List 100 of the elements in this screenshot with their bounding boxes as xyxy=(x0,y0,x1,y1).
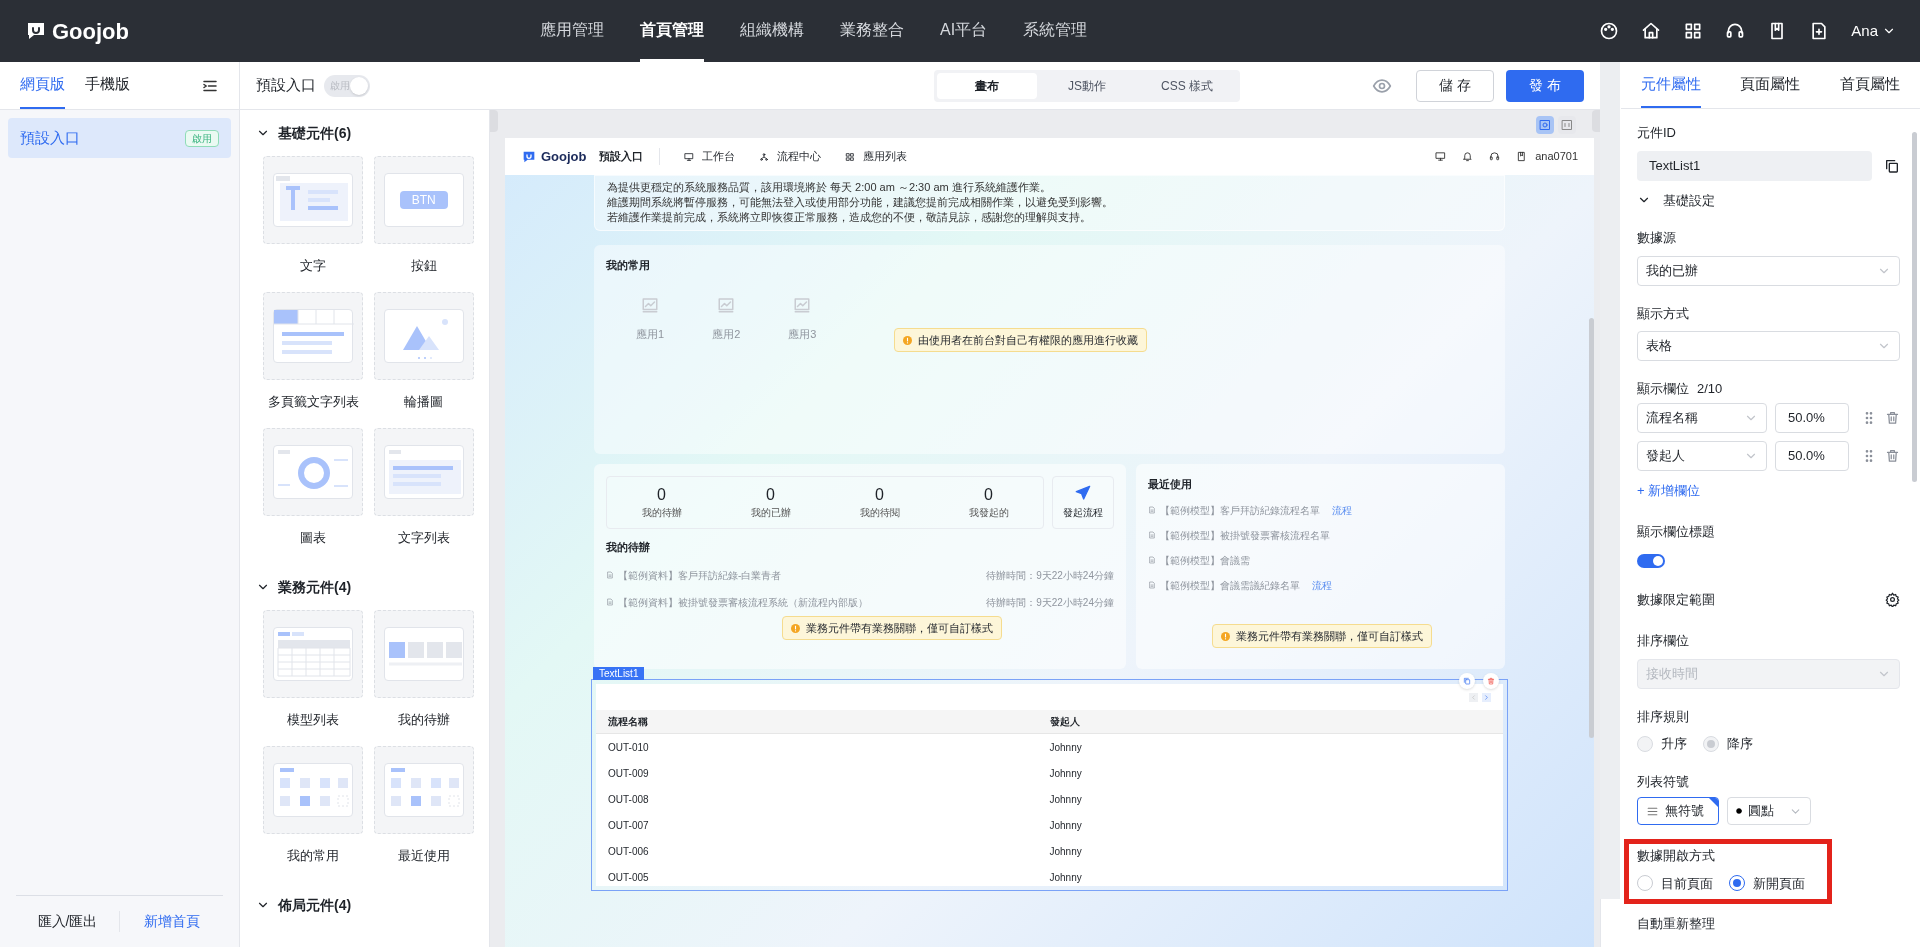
nav-tab[interactable]: 業務整合 xyxy=(840,0,904,62)
list-marker-option[interactable]: 無符號 xyxy=(1637,797,1719,825)
radio-option[interactable]: 新開頁面 xyxy=(1729,873,1805,893)
component-label: 我的常用 xyxy=(287,847,340,865)
mode-tab[interactable]: 畫布 xyxy=(937,73,1037,99)
save-button[interactable]: 儲 存 xyxy=(1416,69,1494,102)
page-title: 預設入口 xyxy=(256,75,316,96)
logo-text: Goojob xyxy=(541,147,587,166)
app-label: 應用2 xyxy=(712,326,741,342)
hint-banner: 業務元件帶有業務關聯，僅可自訂樣式 xyxy=(782,616,1002,640)
copy-button[interactable] xyxy=(1459,673,1475,689)
logo[interactable]: Goojob xyxy=(24,14,129,48)
bell-icon xyxy=(1462,151,1474,162)
field-label: 數據開啟方式 xyxy=(1637,847,1716,865)
page-list-item[interactable]: 預設入口 啟用 xyxy=(8,118,231,158)
property-tab[interactable]: 元件屬性 xyxy=(1640,62,1701,108)
list-marker-option[interactable]: 圓點 xyxy=(1727,797,1811,825)
field-label: 數據限定範圍 xyxy=(1637,590,1715,609)
user-menu[interactable]: Ana xyxy=(1851,19,1896,43)
add-field-link[interactable]: + 新增欄位 xyxy=(1637,480,1701,500)
paper-plane-icon xyxy=(1075,485,1091,501)
table-cell-text: OUT-005 xyxy=(608,870,650,885)
radio-option[interactable]: 升序 xyxy=(1637,734,1687,754)
mode-tab[interactable]: CSS 樣式 xyxy=(1137,73,1237,99)
field-label: 顯示方式 xyxy=(1637,304,1690,323)
trash-icon[interactable] xyxy=(1885,448,1900,463)
home-icon[interactable] xyxy=(1641,21,1662,41)
column-header: 發起人 xyxy=(1049,715,1081,729)
stat-label: 我的待閱 xyxy=(859,506,900,520)
collapse-handle[interactable] xyxy=(490,110,498,132)
column-header: 流程名稱 xyxy=(608,715,649,729)
data-source-select[interactable]: 我的已辦 xyxy=(1637,255,1900,286)
next-page-button[interactable] xyxy=(1482,692,1491,702)
nav-tab[interactable]: AI平台 xyxy=(940,0,988,62)
preview-nav-item[interactable]: 應用列表 xyxy=(844,148,907,165)
add-home-link[interactable]: 新增首頁 xyxy=(119,911,223,932)
table-cell-text: Johnny xyxy=(1049,870,1083,885)
field-select[interactable]: 發起人 xyxy=(1637,440,1767,471)
chevron-left-icon xyxy=(1470,693,1477,701)
display-mode-select[interactable]: 表格 xyxy=(1637,331,1900,361)
nav-tab[interactable]: 系統管理 xyxy=(1023,0,1088,62)
import-export-link[interactable]: 匯入/匯出 xyxy=(16,911,119,932)
trash-icon xyxy=(1487,677,1495,685)
app-label: 應用3 xyxy=(788,326,817,342)
grid-icon[interactable] xyxy=(1683,21,1704,41)
nav-tab[interactable]: 應用管理 xyxy=(540,0,604,62)
page-mode-tab[interactable]: 手機版 xyxy=(85,62,130,109)
toggle-switch[interactable] xyxy=(1637,553,1665,568)
notice-text: 若維護作業提前完成，系統將立即恢復正常服務，造成您的不便，敬請見諒，感謝您的理解與支持。 xyxy=(607,210,1091,225)
logo[interactable]: Goojob xyxy=(521,146,587,167)
radio-option[interactable]: 目前頁面 xyxy=(1637,873,1713,893)
scrollbar[interactable] xyxy=(1912,132,1917,482)
publish-button[interactable]: 發 布 xyxy=(1506,69,1584,102)
document-icon xyxy=(1148,531,1156,539)
card-title: 我的常用 xyxy=(606,258,650,273)
warning-icon xyxy=(903,335,912,345)
property-tab[interactable]: 頁面屬性 xyxy=(1740,62,1801,108)
headset-icon[interactable] xyxy=(1725,21,1746,41)
view-mode-button[interactable] xyxy=(1536,116,1554,134)
view-mode-button[interactable] xyxy=(1558,116,1576,134)
app-label: 應用1 xyxy=(636,326,665,342)
page-mode-tab[interactable]: 網頁版 xyxy=(20,62,65,109)
component-id-field[interactable]: TextList1 xyxy=(1637,150,1872,181)
hint-banner: 由使用者在前台對自己有權限的應用進行收藏 xyxy=(894,328,1147,352)
document-icon xyxy=(606,598,614,606)
section-header[interactable]: 基礎設定 xyxy=(1637,190,1900,210)
card-title: 我的待辦 xyxy=(606,540,650,555)
component-label: 文字 xyxy=(300,257,327,275)
card-title: 最近使用 xyxy=(1148,477,1192,492)
preview-nav-item[interactable]: 工作台 xyxy=(683,148,735,165)
frame-icon xyxy=(1561,119,1573,131)
component-label: 文字列表 xyxy=(397,529,450,547)
settings-icon[interactable] xyxy=(1885,591,1900,607)
table-cell-text: Johnny xyxy=(1049,818,1083,833)
field-label: 排序欄位 xyxy=(1637,632,1690,650)
table-cell-text: Johnny xyxy=(1049,792,1083,807)
trash-icon[interactable] xyxy=(1885,410,1900,425)
delete-button[interactable] xyxy=(1483,673,1499,689)
chevron-right-icon xyxy=(1483,693,1490,701)
table-cell-text: OUT-009 xyxy=(608,766,650,781)
chart-icon xyxy=(717,295,736,314)
scrollbar[interactable] xyxy=(1589,318,1594,738)
field-label: 數據源 xyxy=(1637,229,1677,247)
headset-icon xyxy=(1489,151,1501,162)
palette-icon[interactable] xyxy=(1599,21,1620,41)
preview-nav-item[interactable]: 流程中心 xyxy=(758,148,821,165)
width-input[interactable]: 50.0% xyxy=(1775,440,1849,471)
launch-process-button[interactable]: 發起流程 xyxy=(1052,476,1114,529)
frame-icon xyxy=(1539,119,1551,131)
copy-icon[interactable] xyxy=(1884,157,1900,174)
field-select[interactable]: 流程名稱 xyxy=(1637,402,1767,433)
property-tab[interactable]: 首頁屬性 xyxy=(1840,62,1901,108)
collapse-handle[interactable] xyxy=(1592,110,1600,132)
width-input[interactable]: 50.0% xyxy=(1775,402,1849,433)
monitor-icon xyxy=(683,151,694,162)
radio-option[interactable]: 降序 xyxy=(1703,734,1753,754)
mode-tab[interactable]: JS動作 xyxy=(1037,73,1137,99)
nav-tab[interactable]: 組織機構 xyxy=(740,0,804,62)
stat-label: 我發起的 xyxy=(968,506,1009,520)
todo-time: 待辦時間：9天22小時24分鐘 xyxy=(986,595,1114,610)
